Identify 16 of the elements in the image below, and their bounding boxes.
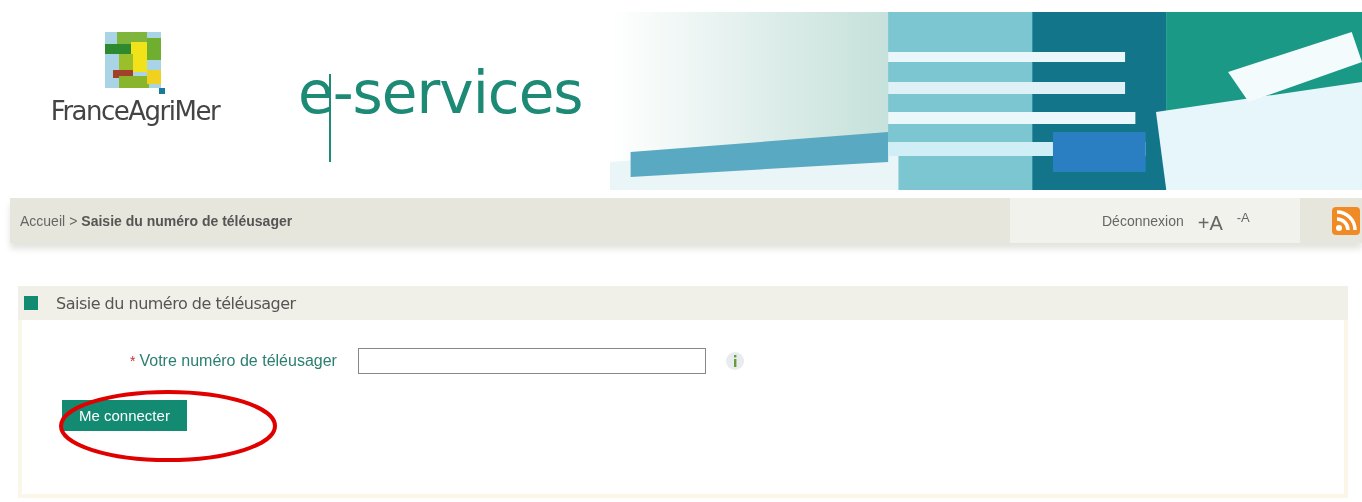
logout-link[interactable]: Déconnexion <box>1102 212 1184 229</box>
input-field[interactable] <box>357 348 706 374</box>
font-increase-link[interactable]: +A <box>1197 212 1223 235</box>
required-mark: * <box>130 353 136 369</box>
rss-icon[interactable] <box>1332 206 1360 235</box>
breadcrumb-current: Saisie du numéro de téléusager <box>81 212 293 229</box>
logo-icon <box>105 32 165 94</box>
font-decrease-link[interactable]: -A <box>1236 210 1250 225</box>
field-label: Votre numéro de téléusager <box>139 352 337 370</box>
logo-text: FranceAgriMer <box>50 96 220 126</box>
connect-button[interactable]: Me connecter <box>62 400 187 431</box>
breadcrumb-link[interactable]: Accueil <box>20 212 66 229</box>
breadcrumb-separator: > <box>69 212 78 229</box>
panel-title: Saisie du numéro de téléusager <box>56 293 296 313</box>
info-icon[interactable] <box>725 352 744 370</box>
section-marker-icon <box>24 296 38 310</box>
